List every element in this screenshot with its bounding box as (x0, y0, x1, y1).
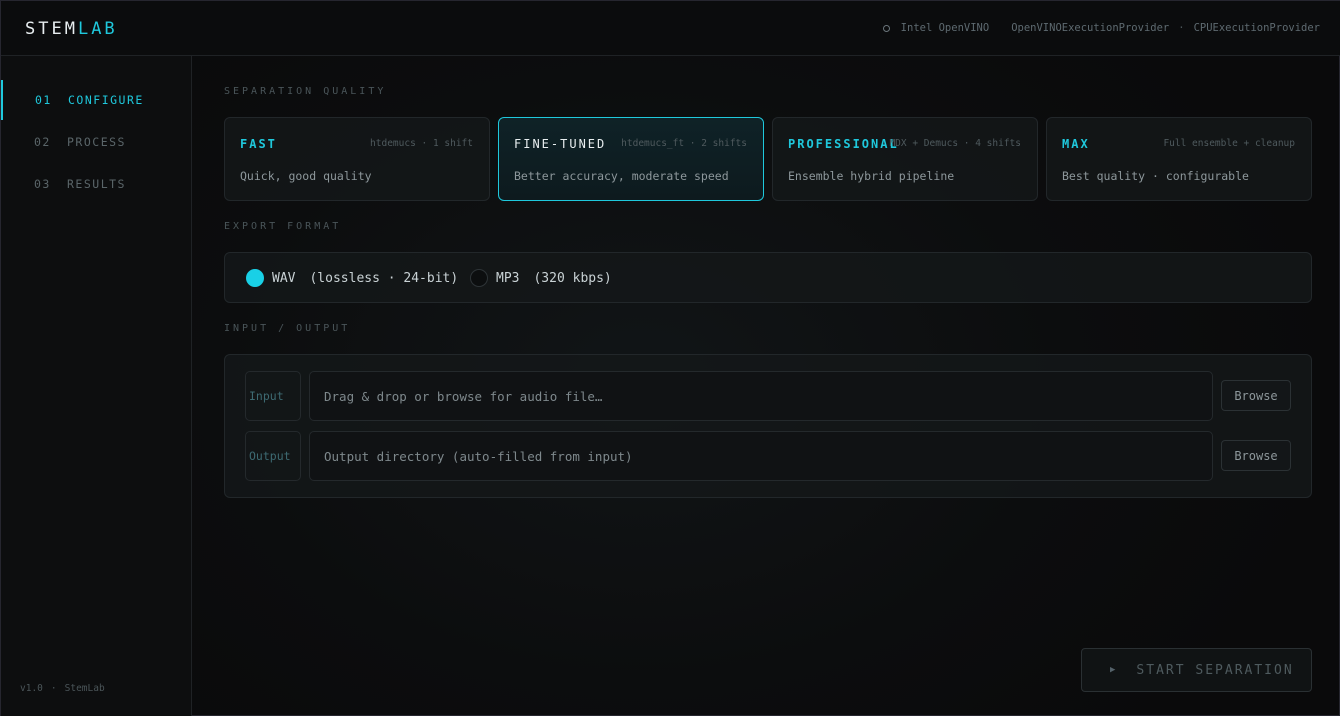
sidebar-item-process[interactable]: 02 PROCESS (1, 122, 191, 162)
section-label-export: EXPORT FORMAT (224, 221, 342, 232)
quality-description: Quick, good quality (240, 169, 372, 183)
input-tag: Input (245, 371, 301, 421)
format-radio-mp3[interactable]: MP3 (320 kbps) (470, 269, 612, 287)
play-icon: ▶ (1110, 665, 1118, 675)
quality-description: Better accuracy, moderate speed (514, 169, 729, 183)
quality-meta: Full ensemble + cleanup (1163, 138, 1295, 149)
quality-title: FAST (240, 137, 277, 151)
version-text: v1.0 (20, 683, 43, 694)
radio-checked-icon (246, 269, 264, 287)
quality-card-professional[interactable]: PROFESSIONAL MDX + Demucs · 4 shifts Ens… (772, 117, 1038, 201)
sidebar-item-results[interactable]: 03 RESULTS (1, 164, 191, 204)
provider-primary: OpenVINOExecutionProvider (1011, 22, 1170, 34)
quality-card-fine-tuned[interactable]: FINE-TUNED htdemucs_ft · 2 shifts Better… (498, 117, 764, 201)
circle-outline-icon (882, 24, 890, 32)
sidebar-item-configure[interactable]: 01 CONFIGURE (1, 80, 191, 120)
app-window: STEMLAB Intel OpenVINO OpenVINOExecution… (0, 0, 1340, 716)
nav-step-number: 01 (35, 93, 52, 107)
nav-step-number: 03 (34, 177, 51, 191)
output-browse-button[interactable]: Browse (1221, 440, 1291, 471)
quality-title: FINE-TUNED (514, 137, 607, 151)
quality-title: PROFESSIONAL (788, 137, 899, 151)
radio-unchecked-icon (470, 269, 488, 287)
nav-step-label: RESULTS (67, 177, 126, 191)
logo-accent: LAB (77, 19, 118, 39)
format-detail: (320 kbps) (533, 270, 612, 286)
quality-description: Ensemble hybrid pipeline (788, 169, 955, 183)
format-label: MP3 (496, 270, 520, 286)
output-tag: Output (245, 431, 301, 481)
quality-meta: MDX + Demucs · 4 shifts (889, 138, 1021, 149)
nav-step-label: PROCESS (67, 135, 126, 149)
io-panel: Input Drag & drop or browse for audio fi… (224, 354, 1312, 498)
export-format-group: WAV (lossless · 24-bit) MP3 (320 kbps) (224, 252, 1312, 303)
footer-separator: · (50, 683, 57, 694)
execution-provider-status: Intel OpenVINO OpenVINOExecutionProvider… (882, 22, 1320, 34)
format-radio-wav[interactable]: WAV (lossless · 24-bit) (246, 269, 458, 287)
format-detail: (lossless · 24-bit) (309, 270, 459, 286)
top-bar: STEMLAB Intel OpenVINO OpenVINOExecution… (1, 1, 1340, 56)
input-browse-button[interactable]: Browse (1221, 380, 1291, 411)
start-button-label: START SEPARATION (1136, 662, 1294, 678)
sidebar-footer: v1.0 · StemLab (20, 683, 105, 694)
app-name-text: StemLab (64, 683, 105, 694)
nav-step-number: 02 (34, 135, 51, 149)
logo-main: STEM (25, 19, 78, 39)
device-name: Intel OpenVINO (900, 22, 990, 34)
section-label-io: INPUT / OUTPUT (224, 323, 351, 334)
quality-description: Best quality · configurable (1062, 169, 1249, 183)
sidebar: 01 CONFIGURE 02 PROCESS 03 RESULTS v1.0 ·… (1, 56, 192, 716)
app-logo: STEMLAB (25, 19, 118, 39)
quality-meta: htdemucs_ft · 2 shifts (621, 138, 747, 149)
output-directory-field[interactable]: Output directory (auto-filled from input… (309, 431, 1213, 481)
start-separation-button[interactable]: ▶ START SEPARATION (1081, 648, 1312, 692)
quality-title: MAX (1062, 137, 1090, 151)
quality-card-max[interactable]: MAX Full ensemble + cleanup Best quality… (1046, 117, 1312, 201)
quality-card-fast[interactable]: FAST htdemucs · 1 shift Quick, good qual… (224, 117, 490, 201)
provider-separator: · (1178, 22, 1185, 34)
nav-step-label: CONFIGURE (68, 93, 144, 107)
quality-meta: htdemucs · 1 shift (370, 138, 473, 149)
provider-fallback: CPUExecutionProvider (1193, 22, 1320, 34)
section-label-quality: SEPARATION QUALITY (224, 86, 387, 97)
input-file-field[interactable]: Drag & drop or browse for audio file… (309, 371, 1213, 421)
format-label: WAV (272, 270, 296, 286)
quality-options: FAST htdemucs · 1 shift Quick, good qual… (224, 117, 1312, 201)
